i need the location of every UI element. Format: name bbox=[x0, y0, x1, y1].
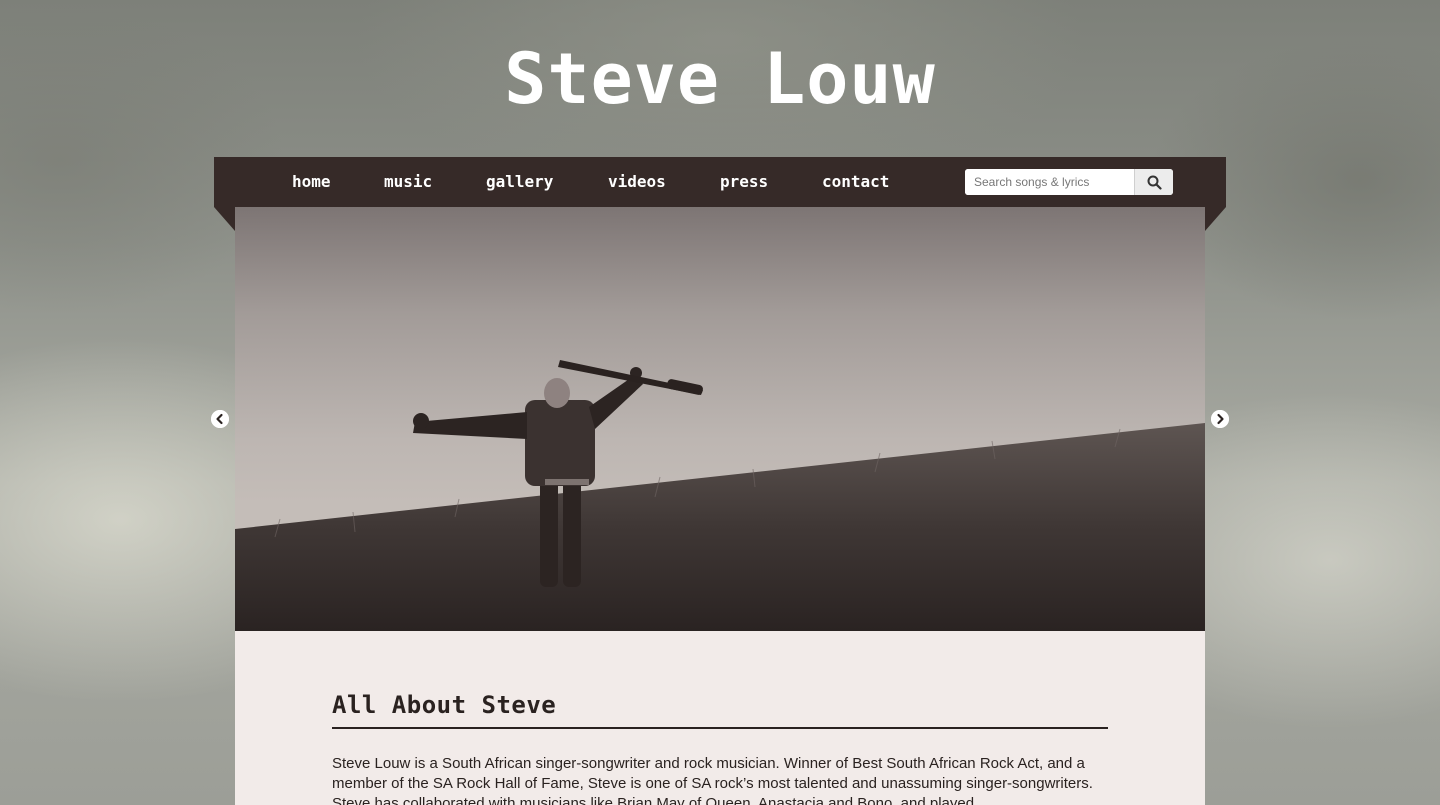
nav-item-press[interactable]: press bbox=[720, 172, 768, 192]
about-body-text: Steve Louw is a South African singer-son… bbox=[332, 755, 1093, 805]
chevron-right-circle-icon bbox=[1211, 410, 1229, 428]
nav-ribbon-fold-right bbox=[1205, 207, 1226, 231]
nav-item-music[interactable]: music bbox=[384, 172, 432, 192]
search-input[interactable] bbox=[965, 169, 1135, 195]
nav-item-gallery[interactable]: gallery bbox=[486, 172, 553, 192]
carousel-next-button[interactable] bbox=[1211, 410, 1229, 428]
carousel-prev-button[interactable] bbox=[211, 410, 229, 428]
search-icon bbox=[1147, 175, 1162, 190]
search-button[interactable] bbox=[1134, 169, 1173, 195]
nav-ribbon-fold-left bbox=[214, 207, 235, 231]
nav-item-videos[interactable]: videos bbox=[608, 172, 666, 192]
nav-item-home[interactable]: home bbox=[292, 172, 331, 192]
chevron-left-circle-icon bbox=[211, 410, 229, 428]
about-heading: All About Steve bbox=[332, 691, 557, 719]
about-section: All About Steve Steve Louw is a South Af… bbox=[235, 631, 1205, 805]
site-title[interactable]: Steve Louw bbox=[0, 38, 1440, 120]
nav-item-contact[interactable]: contact bbox=[822, 172, 889, 192]
search-form bbox=[965, 169, 1173, 195]
hero-slide-image bbox=[235, 207, 1205, 631]
hero-photo-illustration bbox=[235, 360, 1205, 631]
heading-divider bbox=[332, 727, 1108, 729]
